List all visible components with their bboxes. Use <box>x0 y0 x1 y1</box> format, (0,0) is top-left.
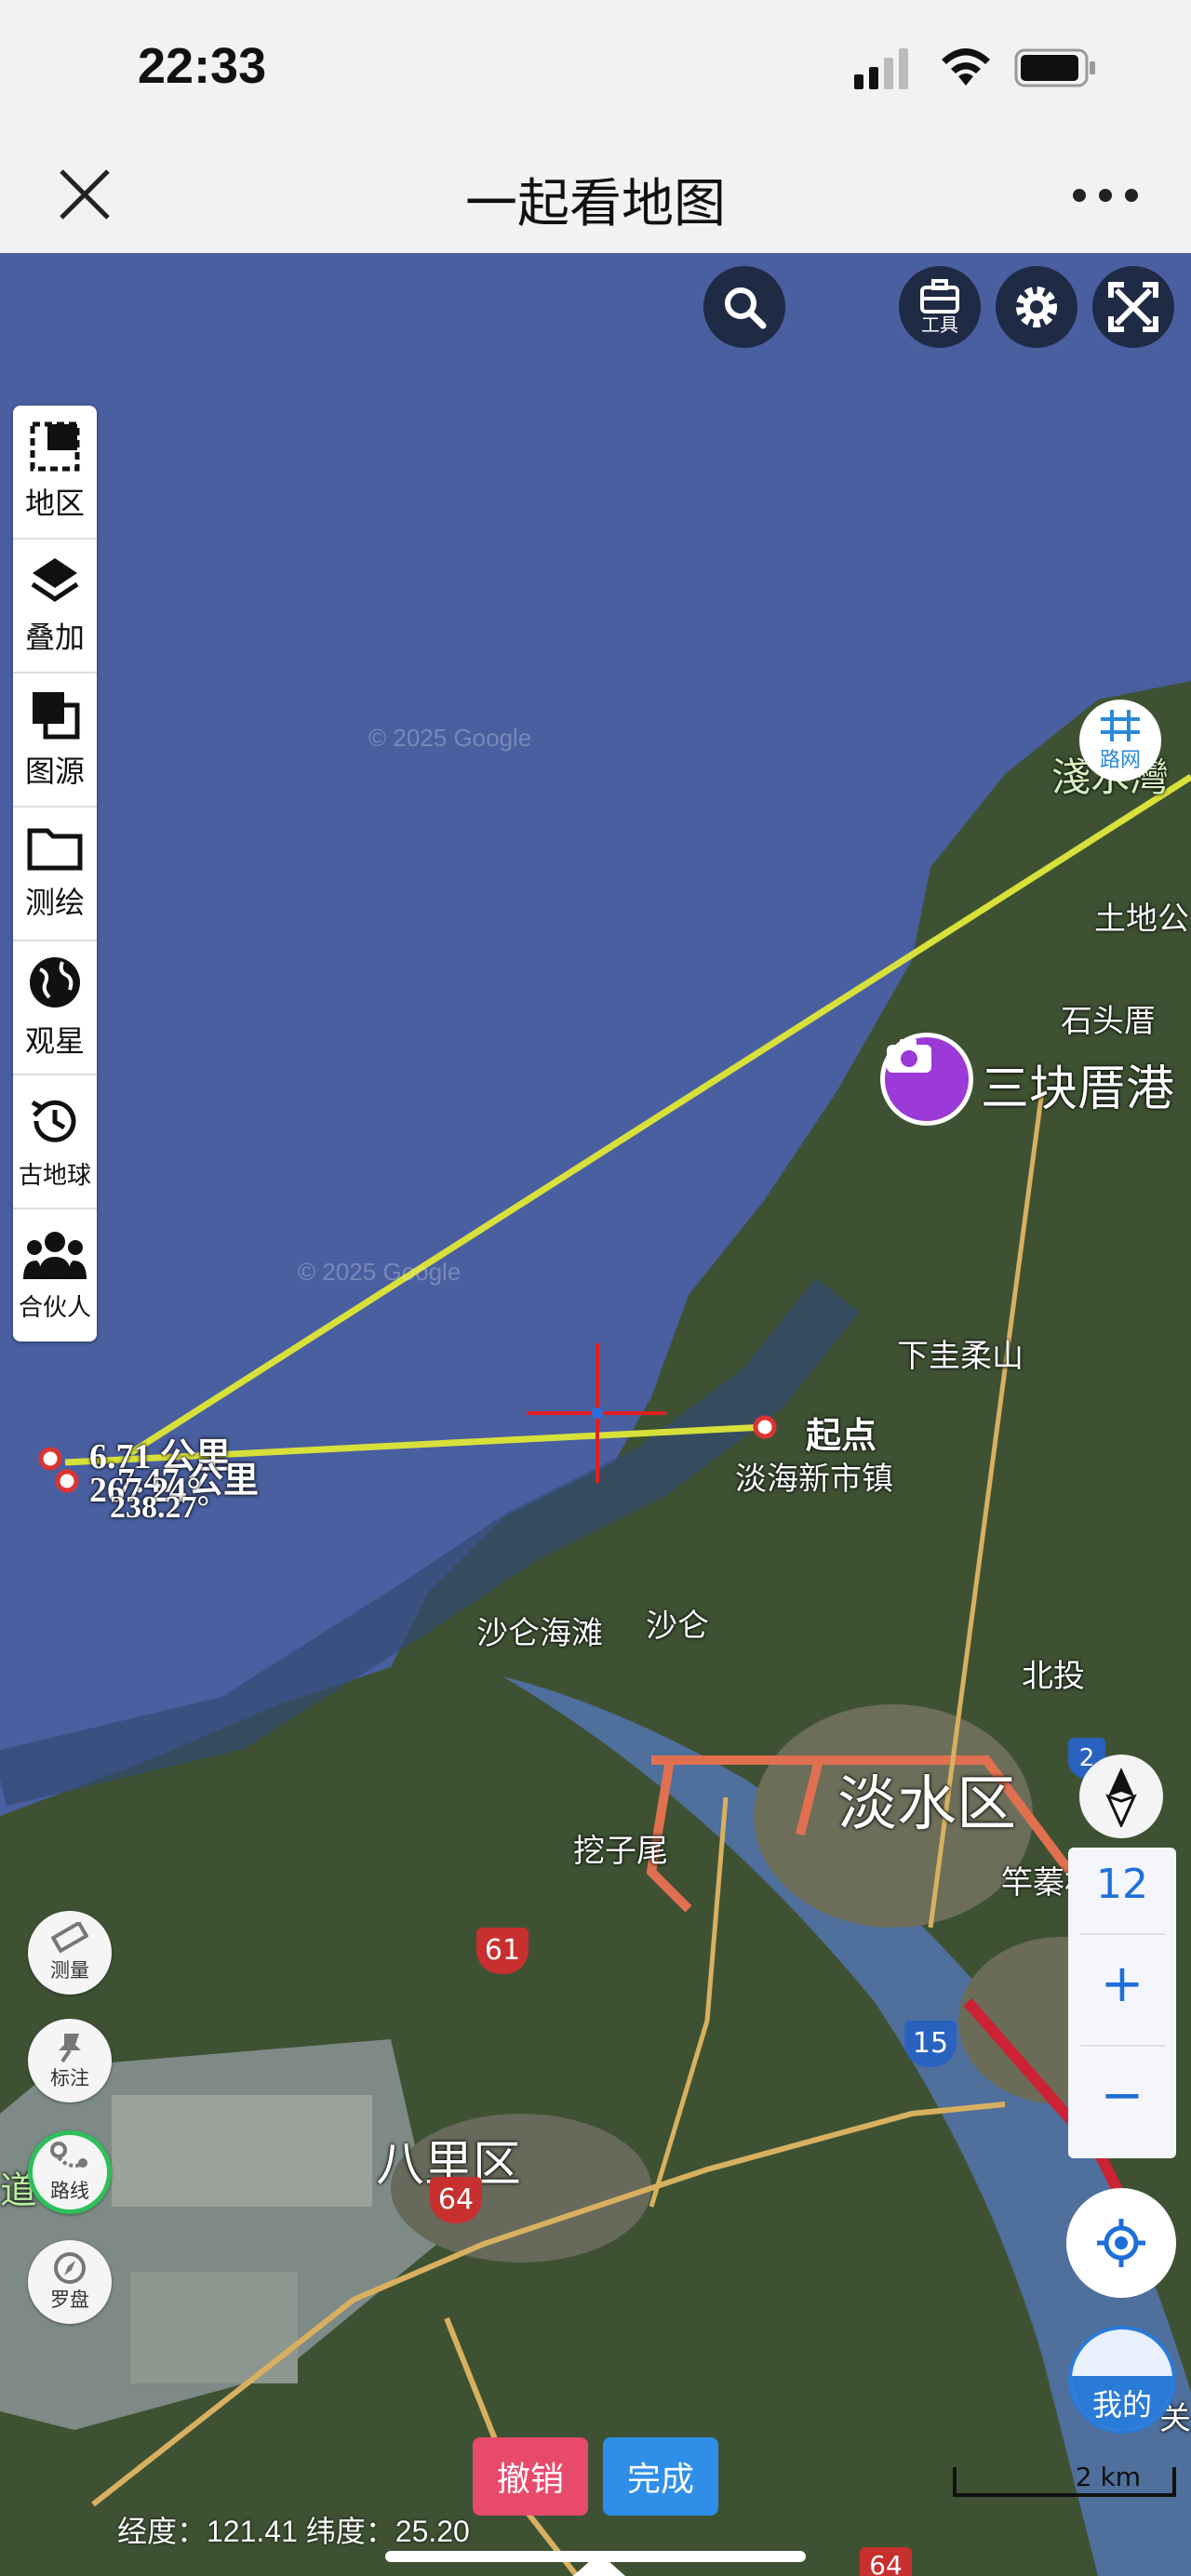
map-view[interactable]: © 2025 Google © 2025 Google 淺水灣 土地公 石头厝 … <box>0 253 1191 2576</box>
gear-icon <box>1016 287 1057 327</box>
locate-button[interactable] <box>1066 2188 1176 2298</box>
north-arrow-icon <box>1105 1768 1137 1827</box>
place-label: 下圭柔山 <box>897 1339 1024 1374</box>
sidebar-item-ancient-earth[interactable]: 古地球 <box>13 1075 97 1209</box>
history-icon <box>31 1100 76 1142</box>
start-point-label: 起点 <box>806 1417 877 1456</box>
sidebar-item-label: 测绘 <box>24 886 85 919</box>
tools-button[interactable]: 工具 <box>899 266 981 348</box>
undo-button[interactable]: 撤销 <box>473 2437 588 2516</box>
annotate-tool-button[interactable]: 标注 <box>28 2019 112 2102</box>
place-label: 淡海新市镇 <box>735 1462 893 1497</box>
sidebar-item-region[interactable]: 地区 <box>13 406 97 540</box>
sidebar-item-label: 古地球 <box>18 1160 91 1189</box>
satellite-map <box>0 253 1191 2576</box>
place-label: 石头厝 <box>1061 1004 1156 1039</box>
place-label: 挖子尾 <box>573 1834 668 1869</box>
road-shield: 64 <box>860 2547 912 2576</box>
locate-icon <box>1097 2219 1145 2267</box>
fullscreen-button[interactable] <box>1092 266 1174 348</box>
measurement-bearing: 238.27° <box>110 1490 210 1525</box>
done-button[interactable]: 完成 <box>603 2437 718 2516</box>
place-label: 沙仑海滩 <box>476 1616 603 1651</box>
sidebar-item-label: 地区 <box>24 487 85 520</box>
more-icon[interactable] <box>1070 184 1141 207</box>
north-compass-button[interactable] <box>1079 1755 1163 1838</box>
zoom-control: 12 + − <box>1068 1848 1176 2158</box>
sidebar-item-label: 图源 <box>24 754 85 788</box>
settings-button[interactable] <box>996 266 1077 348</box>
road-shield: 15 <box>904 2021 957 2067</box>
road-network-label: 路网 <box>1099 749 1141 772</box>
watermark: © 2025 Google <box>368 724 532 752</box>
scale-bar: 2 km <box>953 2462 1176 2497</box>
compass-tool-button[interactable]: 罗盘 <box>28 2240 112 2324</box>
folder-icon <box>27 828 83 871</box>
layers-icon <box>31 558 79 603</box>
compass-icon <box>54 2252 86 2284</box>
sidebar-item-label: 合伙人 <box>18 1292 91 1321</box>
search-button[interactable] <box>703 266 785 348</box>
source-icon <box>33 692 80 740</box>
place-label: 淡水区 <box>837 1770 1016 1837</box>
route-tool-button[interactable]: 路线 <box>28 2130 112 2214</box>
status-bar: 22:33 <box>0 0 1191 140</box>
divider <box>1079 1933 1165 1935</box>
tools-label: 工具 <box>921 313 958 336</box>
globe-icon <box>30 957 80 1008</box>
signal-icon <box>854 48 908 89</box>
tool-label: 路线 <box>50 2180 89 2202</box>
zoom-in-button[interactable]: + <box>1068 1954 1176 2014</box>
search-icon <box>725 287 767 329</box>
page-title: 一起看地图 <box>465 174 726 233</box>
coordinate-readout: 经度：121.41 纬度：25.20 <box>117 2515 470 2548</box>
title-bar: 一起看地图 <box>0 140 1191 254</box>
watermark: © 2025 Google <box>298 1258 462 1286</box>
sidebar-item-survey[interactable]: 测绘 <box>13 808 97 941</box>
grid-icon <box>1101 710 1140 741</box>
wifi-icon <box>942 48 990 86</box>
place-label: 沙仑 <box>646 1608 709 1644</box>
tool-label: 罗盘 <box>50 2289 89 2311</box>
tool-label: 测量 <box>50 1959 89 1982</box>
scale-label: 2 km <box>1075 2462 1141 2492</box>
sidebar-item-source[interactable]: 图源 <box>13 674 97 808</box>
road-network-button[interactable]: 路网 <box>1079 700 1161 781</box>
sidebar-item-partners[interactable]: 合伙人 <box>13 1209 97 1341</box>
place-label: 土地公 <box>1094 901 1189 937</box>
ruler-icon <box>51 1922 88 1954</box>
divider <box>1079 2045 1165 2047</box>
place-label: 三块厝港 <box>981 1062 1175 1116</box>
camera-poi-icon[interactable] <box>880 1033 973 1126</box>
clock: 22:33 <box>138 38 267 94</box>
sidebar-item-stargazing[interactable]: 观星 <box>13 941 97 1075</box>
fullscreen-icon <box>1108 282 1158 332</box>
sidebar-item-label: 观星 <box>24 1024 85 1058</box>
tool-label: 标注 <box>50 2067 89 2089</box>
place-label: 北投 <box>1022 1659 1085 1694</box>
route-icon <box>50 2142 87 2168</box>
battery-icon <box>1014 48 1095 87</box>
region-icon <box>30 421 80 472</box>
zoom-level: 12 <box>1096 1861 1148 1908</box>
zoom-out-button[interactable]: − <box>1068 2065 1176 2126</box>
pin-icon <box>59 2034 81 2063</box>
sidebar: 地区 叠加 图源 测绘 观星 古地球 合伙人 <box>13 406 97 1341</box>
drag-handle-arrow[interactable] <box>573 2553 625 2576</box>
road-shield: 64 <box>430 2177 482 2223</box>
measure-tool-button[interactable]: 测量 <box>28 1911 112 1995</box>
my-profile-button[interactable]: 我的 <box>1068 2326 1176 2434</box>
sidebar-item-layers[interactable]: 叠加 <box>13 540 97 674</box>
road-shield: 61 <box>476 1928 529 1974</box>
people-icon <box>23 1231 87 1279</box>
sidebar-item-label: 叠加 <box>24 621 85 654</box>
